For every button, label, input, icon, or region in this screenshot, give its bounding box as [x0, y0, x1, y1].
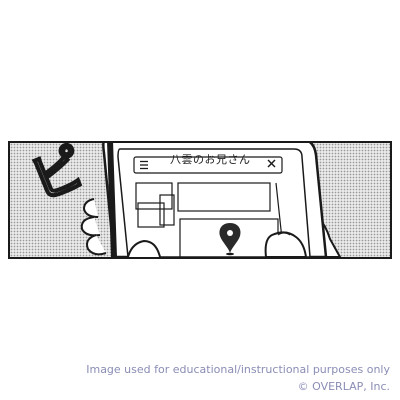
credits-copyright: © OVERLAP, Inc. — [297, 380, 390, 393]
credits-block: Image used for educational/instructional… — [86, 361, 390, 395]
credits-disclaimer: Image used for educational/instructional… — [86, 363, 390, 376]
search-query-text: 八雲のお兄さん — [170, 153, 251, 166]
hand-finger-middle — [80, 216, 101, 237]
manga-panel: 八雲のお兄さん ピ — [8, 141, 392, 259]
hand-finger-bottom — [86, 234, 107, 256]
hand-finger-top — [82, 198, 99, 218]
phone-edge-shadow — [107, 143, 117, 257]
